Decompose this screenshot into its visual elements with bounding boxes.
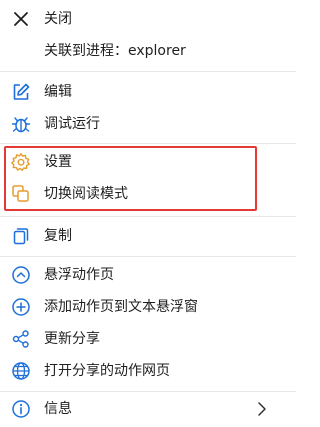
info-icon <box>11 399 31 419</box>
bug-icon <box>11 114 31 134</box>
divider <box>0 391 296 392</box>
settings-menu-item[interactable]: 设置 <box>0 152 296 172</box>
debug-run-label: 调试运行 <box>44 116 100 132</box>
reading-mode-menu-item[interactable]: 切换阅读模式 <box>0 184 296 204</box>
settings-label: 设置 <box>44 154 72 170</box>
divider <box>0 216 296 217</box>
chevron-up-circle-icon <box>11 265 31 285</box>
close-label: 关闭 <box>44 11 72 27</box>
edit-label: 编辑 <box>44 84 72 100</box>
copy-menu-item[interactable]: 复制 <box>0 226 296 246</box>
plus-circle-icon <box>11 297 31 317</box>
copy-icon <box>11 226 31 246</box>
chevron-right-icon <box>256 401 268 417</box>
globe-icon <box>11 361 31 381</box>
edit-menu-item[interactable]: 编辑 <box>0 82 296 102</box>
float-action-page-label: 悬浮动作页 <box>44 267 114 283</box>
debug-run-menu-item[interactable]: 调试运行 <box>0 114 296 134</box>
process-label: 关联到进程：explorer <box>44 43 186 59</box>
close-icon <box>11 9 31 29</box>
context-menu: 关闭 关联到进程：explorer 编辑 调试运行 设置 切换阅读模式 复制 悬… <box>0 0 296 427</box>
reading-mode-icon <box>11 184 31 204</box>
share-icon <box>11 329 31 349</box>
float-action-page-menu-item[interactable]: 悬浮动作页 <box>0 265 296 285</box>
divider <box>0 71 296 72</box>
process-info-item: 关联到进程：explorer <box>0 41 296 61</box>
info-label: 信息 <box>44 401 72 417</box>
info-menu-item[interactable]: 信息 <box>0 399 296 419</box>
update-share-menu-item[interactable]: 更新分享 <box>0 329 296 349</box>
open-shared-page-menu-item[interactable]: 打开分享的动作网页 <box>0 361 296 381</box>
divider <box>0 143 296 144</box>
reading-mode-label: 切换阅读模式 <box>44 186 128 202</box>
copy-label: 复制 <box>44 228 72 244</box>
add-to-text-float-label: 添加动作页到文本悬浮窗 <box>44 299 198 315</box>
update-share-label: 更新分享 <box>44 331 100 347</box>
open-shared-page-label: 打开分享的动作网页 <box>44 363 170 379</box>
close-menu-item[interactable]: 关闭 <box>0 9 296 29</box>
gear-icon <box>11 152 31 172</box>
edit-icon <box>11 82 31 102</box>
divider <box>0 256 296 257</box>
add-to-text-float-menu-item[interactable]: 添加动作页到文本悬浮窗 <box>0 297 296 317</box>
